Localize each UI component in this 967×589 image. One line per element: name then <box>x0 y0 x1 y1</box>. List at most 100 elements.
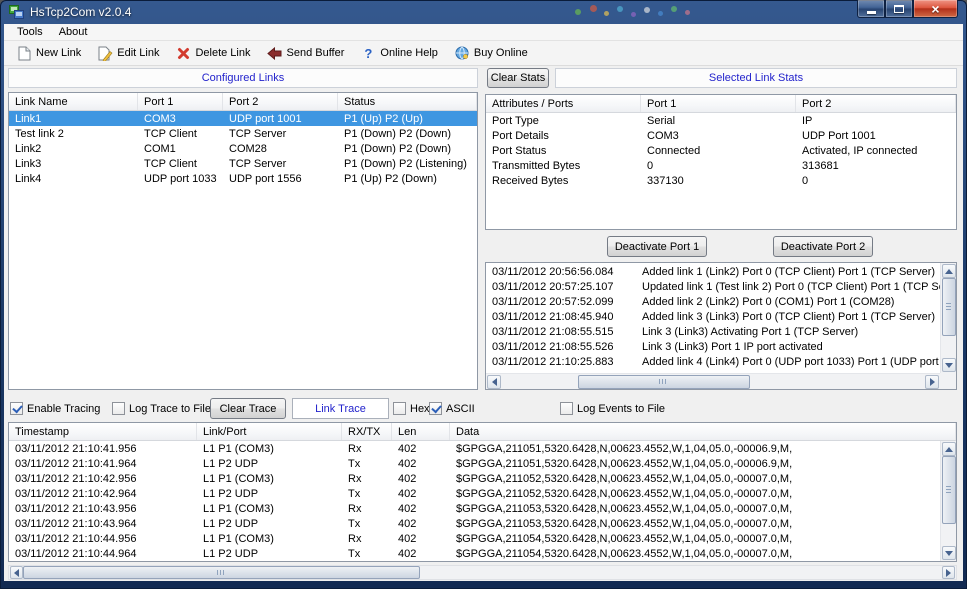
link-row-link3[interactable]: Link3 TCP Client TCP Server P1 (Down) P2… <box>9 156 477 171</box>
trace-timestamp: 03/11/2012 21:10:44.964 <box>9 548 197 560</box>
trace-hscrollbar[interactable] <box>8 565 957 580</box>
scroll-up-arrow[interactable] <box>942 264 956 278</box>
scroll-right-arrow[interactable] <box>942 566 955 579</box>
trace-rxtx: Tx <box>342 518 392 530</box>
trace-link-port: L1 P1 (COM3) <box>197 473 342 485</box>
clear-trace-button[interactable]: Clear Trace <box>210 398 286 419</box>
minimize-button[interactable] <box>857 0 885 18</box>
col-attributes[interactable]: Attributes / Ports <box>486 95 641 112</box>
stats-row-port-status: Port Status Connected Activated, IP conn… <box>486 143 956 158</box>
titlebar[interactable]: HsTcp2Com v2.0.4 × <box>0 0 967 24</box>
enable-tracing-checkbox[interactable]: Enable Tracing <box>10 401 100 416</box>
deactivate-port1-button[interactable]: Deactivate Port 1 <box>607 236 707 257</box>
vscroll-thumb[interactable] <box>942 456 956 524</box>
scroll-right-arrow[interactable] <box>925 375 939 389</box>
deactivate-port2-button[interactable]: Deactivate Port 2 <box>773 236 873 257</box>
log-trace-to-file-checkbox[interactable]: Log Trace to File <box>112 401 211 416</box>
ascii-checkbox[interactable]: ASCII <box>429 401 475 416</box>
col-port2[interactable]: Port 2 <box>223 93 338 110</box>
trace-timestamp: 03/11/2012 21:10:43.964 <box>9 518 197 530</box>
col-status[interactable]: Status <box>338 93 477 110</box>
delete-link-button[interactable]: Delete Link <box>169 42 258 64</box>
event-entry: 03/11/2012 20:57:25.107 Updated link 1 (… <box>486 279 940 294</box>
col-stats-port2[interactable]: Port 2 <box>796 95 956 112</box>
send-buffer-button[interactable]: Send Buffer <box>261 42 353 64</box>
online-help-button[interactable]: ? Online Help <box>354 42 445 64</box>
stat-attribute: Transmitted Bytes <box>486 160 641 172</box>
col-len[interactable]: Len <box>392 423 450 440</box>
send-buffer-icon <box>267 45 283 61</box>
stat-port2: 313681 <box>796 160 956 172</box>
trace-vscrollbar[interactable] <box>940 441 956 561</box>
trace-data: $GPGGA,211054,5320.6428,N,00623.4552,W,1… <box>450 548 940 560</box>
link-status: P1 (Down) P2 (Listening) <box>338 158 477 170</box>
edit-link-label: Edit Link <box>117 47 159 59</box>
scroll-up-arrow[interactable] <box>942 442 956 456</box>
link-name: Link3 <box>9 158 138 170</box>
log-events-to-file-checkbox[interactable]: Log Events to File <box>560 401 665 416</box>
hscroll-thumb[interactable] <box>23 566 420 579</box>
checkbox-box <box>10 402 23 415</box>
hscroll-thumb[interactable] <box>578 375 750 389</box>
event-timestamp: 03/11/2012 20:57:25.107 <box>486 281 636 293</box>
event-timestamp: 03/11/2012 21:10:25.883 <box>486 356 636 368</box>
link-row-link4[interactable]: Link4 UDP port 1033 UDP port 1556 P1 (Up… <box>9 171 477 186</box>
trace-name-field[interactable]: Link Trace <box>292 398 389 419</box>
trace-rxtx: Rx <box>342 503 392 515</box>
trace-timestamp: 03/11/2012 21:10:43.956 <box>9 503 197 515</box>
event-log-hscrollbar[interactable] <box>486 373 940 389</box>
trace-len: 402 <box>392 443 450 455</box>
hex-checkbox[interactable]: Hex <box>393 401 430 416</box>
checkbox-label: Enable Tracing <box>27 403 100 415</box>
link-row-link2[interactable]: Link2 COM1 COM28 P1 (Down) P2 (Down) <box>9 141 477 156</box>
link-row-testlink2[interactable]: Test link 2 TCP Client TCP Server P1 (Do… <box>9 126 477 141</box>
checkbox-box <box>112 402 125 415</box>
minimize-icon <box>867 11 876 14</box>
close-button[interactable]: × <box>913 0 958 18</box>
col-rxtx[interactable]: RX/TX <box>342 423 392 440</box>
event-timestamp: 03/11/2012 21:08:55.526 <box>486 341 636 353</box>
event-entry: 03/11/2012 21:08:45.940 Added link 3 (Li… <box>486 309 940 324</box>
new-link-button[interactable]: New Link <box>10 42 89 64</box>
edit-link-button[interactable]: Edit Link <box>91 42 167 64</box>
close-icon: × <box>931 1 939 17</box>
app-icon[interactable] <box>8 4 24 20</box>
trace-data: $GPGGA,211054,5320.6428,N,00623.4552,W,1… <box>450 533 940 545</box>
vscroll-thumb[interactable] <box>942 278 956 336</box>
menu-tools[interactable]: Tools <box>9 25 51 39</box>
event-message: Link 3 (Link3) Port 1 IP port activated <box>636 341 940 353</box>
col-link-port[interactable]: Link/Port <box>197 423 342 440</box>
buy-online-button[interactable]: Buy Online <box>448 42 536 64</box>
buy-online-icon <box>454 45 470 61</box>
trace-len: 402 <box>392 533 450 545</box>
col-port1[interactable]: Port 1 <box>138 93 223 110</box>
trace-len: 402 <box>392 458 450 470</box>
scroll-left-arrow[interactable] <box>10 566 23 579</box>
clear-stats-button[interactable]: Clear Stats <box>487 68 549 88</box>
maximize-icon <box>894 5 904 13</box>
maximize-button[interactable] <box>885 0 913 18</box>
link-port1: COM3 <box>138 113 223 125</box>
scroll-down-arrow[interactable] <box>942 358 956 372</box>
stat-attribute: Received Bytes <box>486 175 641 187</box>
menubar: Tools About <box>4 24 963 41</box>
trace-rxtx: Tx <box>342 548 392 560</box>
titlebar-glass-reflection <box>0 0 967 24</box>
checkbox-label: ASCII <box>446 403 475 415</box>
col-data[interactable]: Data <box>450 423 956 440</box>
client-area: Tools About New Link Edit Link D <box>4 24 963 581</box>
menu-about[interactable]: About <box>51 25 96 39</box>
scroll-left-arrow[interactable] <box>487 375 501 389</box>
link-row-link1[interactable]: Link1 COM3 UDP port 1001 P1 (Up) P2 (Up) <box>9 111 477 126</box>
event-message: Added link 2 (Link2) Port 0 (COM1) Port … <box>636 296 940 308</box>
trace-timestamp: 03/11/2012 21:10:41.964 <box>9 458 197 470</box>
event-log-vscrollbar[interactable] <box>940 263 956 373</box>
event-message: Updated link 1 (Test link 2) Port 0 (TCP… <box>636 281 940 293</box>
col-link-name[interactable]: Link Name <box>9 93 138 110</box>
col-stats-port1[interactable]: Port 1 <box>641 95 796 112</box>
stat-port1: 0 <box>641 160 796 172</box>
col-timestamp[interactable]: Timestamp <box>9 423 197 440</box>
scroll-down-arrow[interactable] <box>942 546 956 560</box>
stat-port2: UDP Port 1001 <box>796 130 956 142</box>
stat-attribute: Port Status <box>486 145 641 157</box>
